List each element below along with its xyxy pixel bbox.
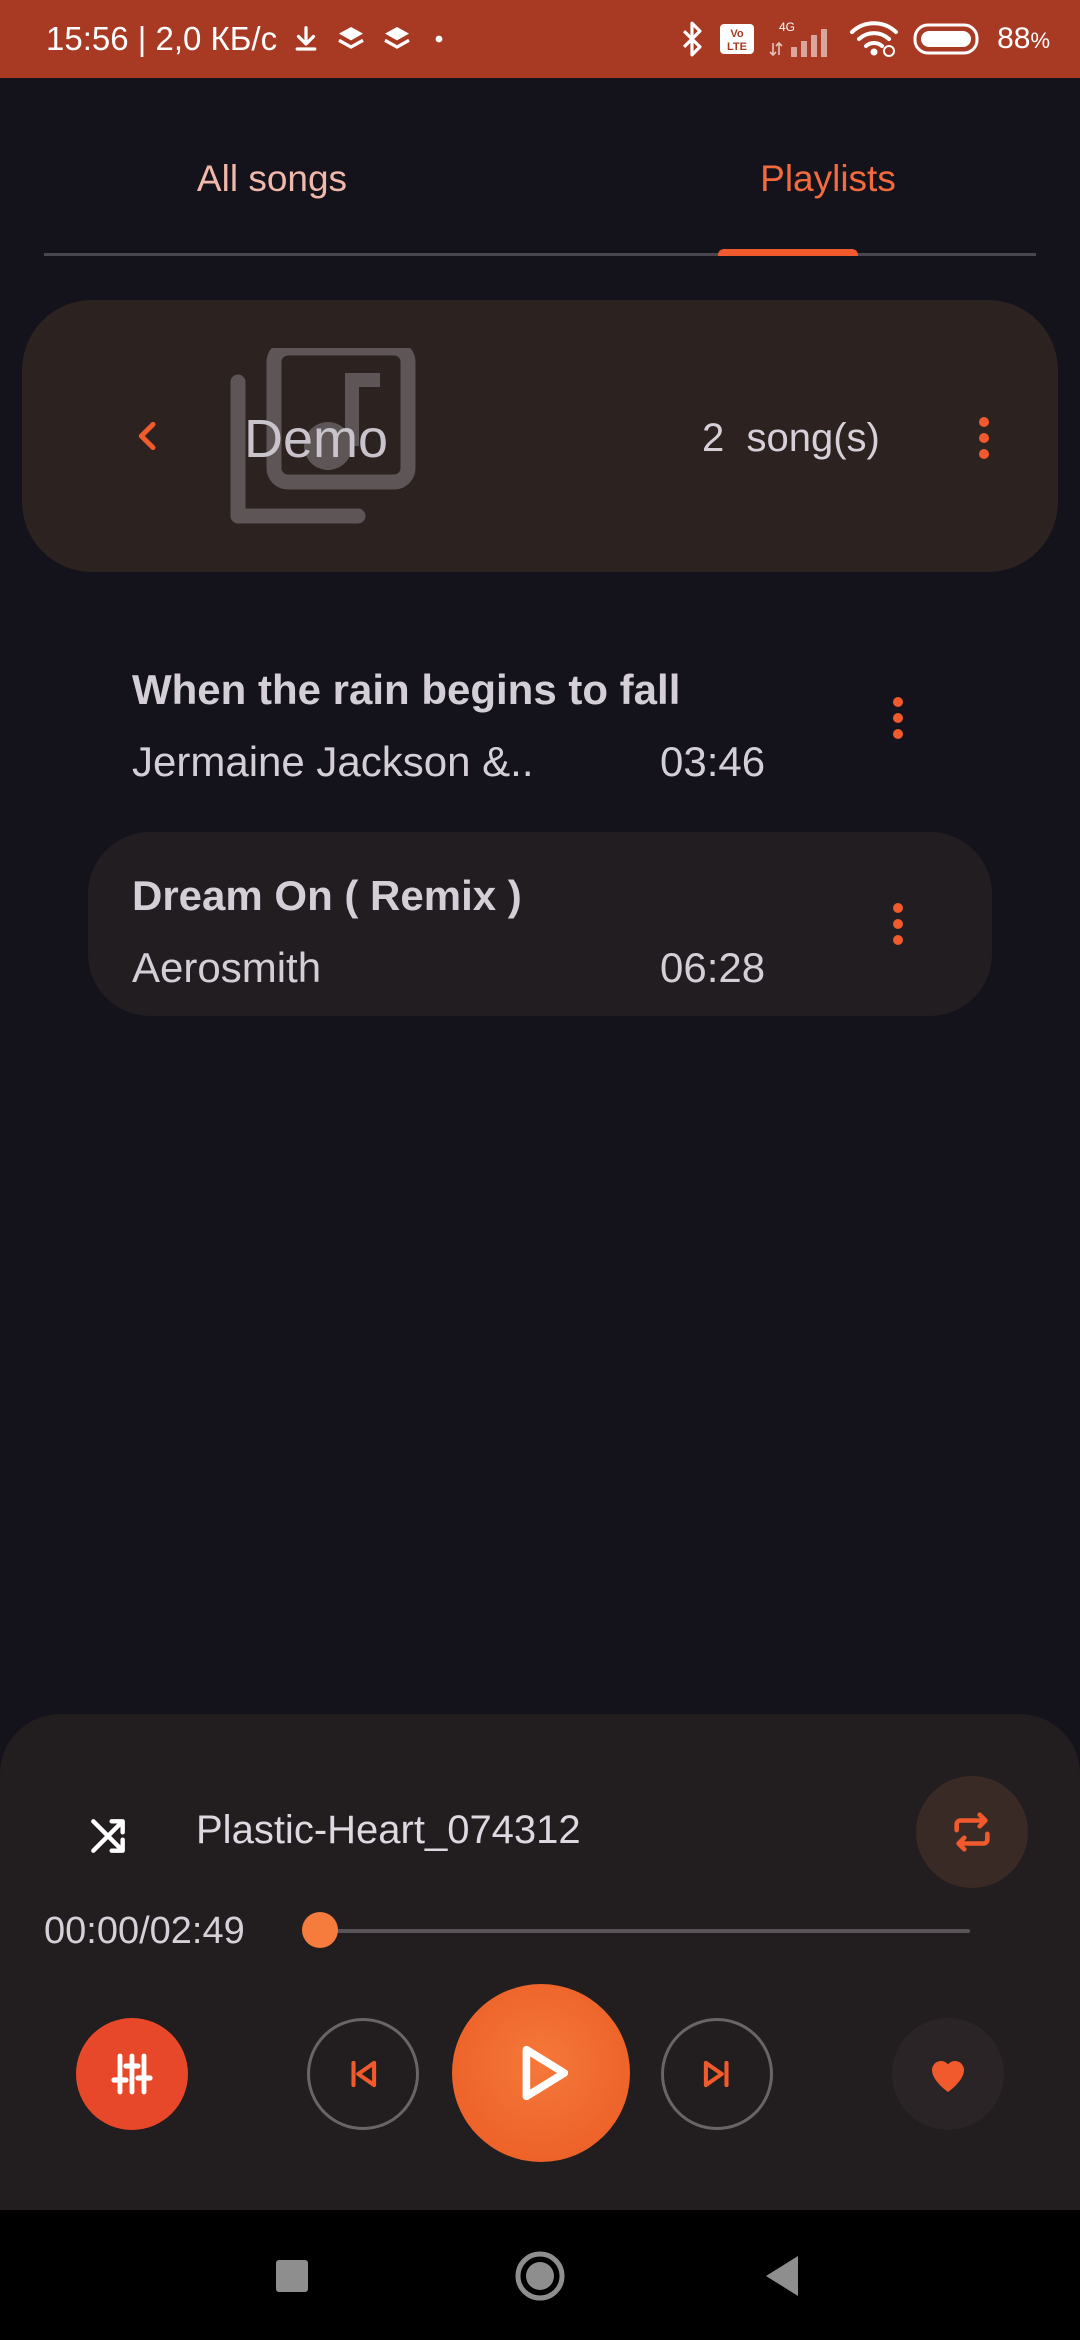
recents-square-icon[interactable]	[276, 2260, 308, 2292]
tab-playlists[interactable]: Playlists	[540, 78, 1036, 256]
song-row[interactable]: When the rain begins to fall Jermaine Ja…	[88, 626, 992, 810]
shuffle-button[interactable]	[78, 1806, 138, 1866]
shuffle-icon	[91, 1819, 125, 1853]
tab-divider	[44, 253, 1036, 256]
back-button[interactable]	[118, 406, 178, 466]
network-label: 4G	[779, 20, 795, 34]
playback-time: 00:00/02:49	[44, 1910, 245, 1952]
song-duration: 06:28	[660, 944, 766, 991]
song-artist: Jermaine Jackson &..	[132, 738, 534, 785]
song-title: Dream On ( Remix )	[132, 872, 522, 919]
more-vertical-icon	[979, 417, 989, 459]
seek-thumb[interactable]	[302, 1912, 338, 1948]
play-icon	[522, 2045, 569, 2101]
chevron-left-icon	[138, 421, 156, 451]
wifi-icon	[849, 20, 899, 58]
svg-text:LTE: LTE	[727, 41, 747, 53]
play-button[interactable]	[452, 1984, 630, 2162]
previous-button[interactable]	[307, 2018, 419, 2130]
tab-all-songs-label: All songs	[196, 158, 348, 199]
bluetooth-icon	[679, 20, 705, 58]
song-count: 2 song(s)	[702, 416, 880, 460]
equalizer-icon	[111, 2053, 153, 2095]
battery-level: 88%	[997, 22, 1050, 55]
song-artist: Aerosmith	[132, 944, 322, 991]
download-icon	[291, 24, 321, 54]
song-title: When the rain begins to fall	[132, 666, 681, 713]
battery-icon	[913, 22, 983, 56]
song-duration: 03:46	[660, 738, 766, 785]
repeat-button[interactable]	[916, 1776, 1028, 1888]
song-more-button[interactable]	[868, 894, 928, 954]
song-row-active[interactable]: Dream On ( Remix ) Aerosmith 06:28	[88, 832, 992, 1016]
system-nav-bar	[0, 2210, 1080, 2340]
layers-icon	[335, 23, 367, 55]
playlist-name: Demo	[244, 409, 389, 469]
status-bar: 15:56 | 2,0 КБ/с Vo LTE 4G 88%	[0, 0, 1080, 78]
equalizer-button[interactable]	[76, 2018, 188, 2130]
svg-text:Vo: Vo	[730, 28, 744, 40]
back-triangle-icon[interactable]	[762, 2254, 802, 2298]
home-circle-icon[interactable]	[514, 2250, 566, 2302]
status-left: 15:56 | 2,0 КБ/с	[46, 20, 451, 58]
next-button[interactable]	[661, 2018, 773, 2130]
tab-bar: All songs Playlists	[44, 78, 1036, 256]
song-more-button[interactable]	[868, 688, 928, 748]
status-right: Vo LTE 4G 88%	[679, 19, 1050, 59]
tab-all-songs[interactable]: All songs	[44, 78, 540, 256]
playlist-header-card: Demo 2 song(s)	[22, 300, 1058, 572]
status-time: 15:56 | 2,0 КБ/с	[46, 20, 278, 57]
volte-icon: Vo LTE	[719, 23, 755, 55]
more-vertical-icon	[893, 697, 903, 739]
dot-icon	[427, 27, 451, 51]
repeat-icon	[954, 1812, 990, 1852]
tab-selected-indicator	[718, 249, 858, 256]
skip-previous-icon	[351, 2060, 377, 2088]
layers-icon	[381, 23, 413, 55]
skip-next-icon	[703, 2060, 729, 2088]
tab-playlists-label: Playlists	[760, 158, 896, 199]
heart-icon	[932, 2061, 964, 2092]
mini-player: Plastic-Heart_074312 00:00/02:49	[0, 1714, 1080, 2210]
favorite-button[interactable]	[892, 2018, 1004, 2130]
seek-bar[interactable]	[320, 1929, 970, 1933]
playlist-more-button[interactable]	[954, 408, 1014, 468]
track-title: Plastic-Heart_074312	[196, 1808, 581, 1852]
signal-4g-icon: 4G	[769, 19, 835, 59]
more-vertical-icon	[893, 903, 903, 945]
